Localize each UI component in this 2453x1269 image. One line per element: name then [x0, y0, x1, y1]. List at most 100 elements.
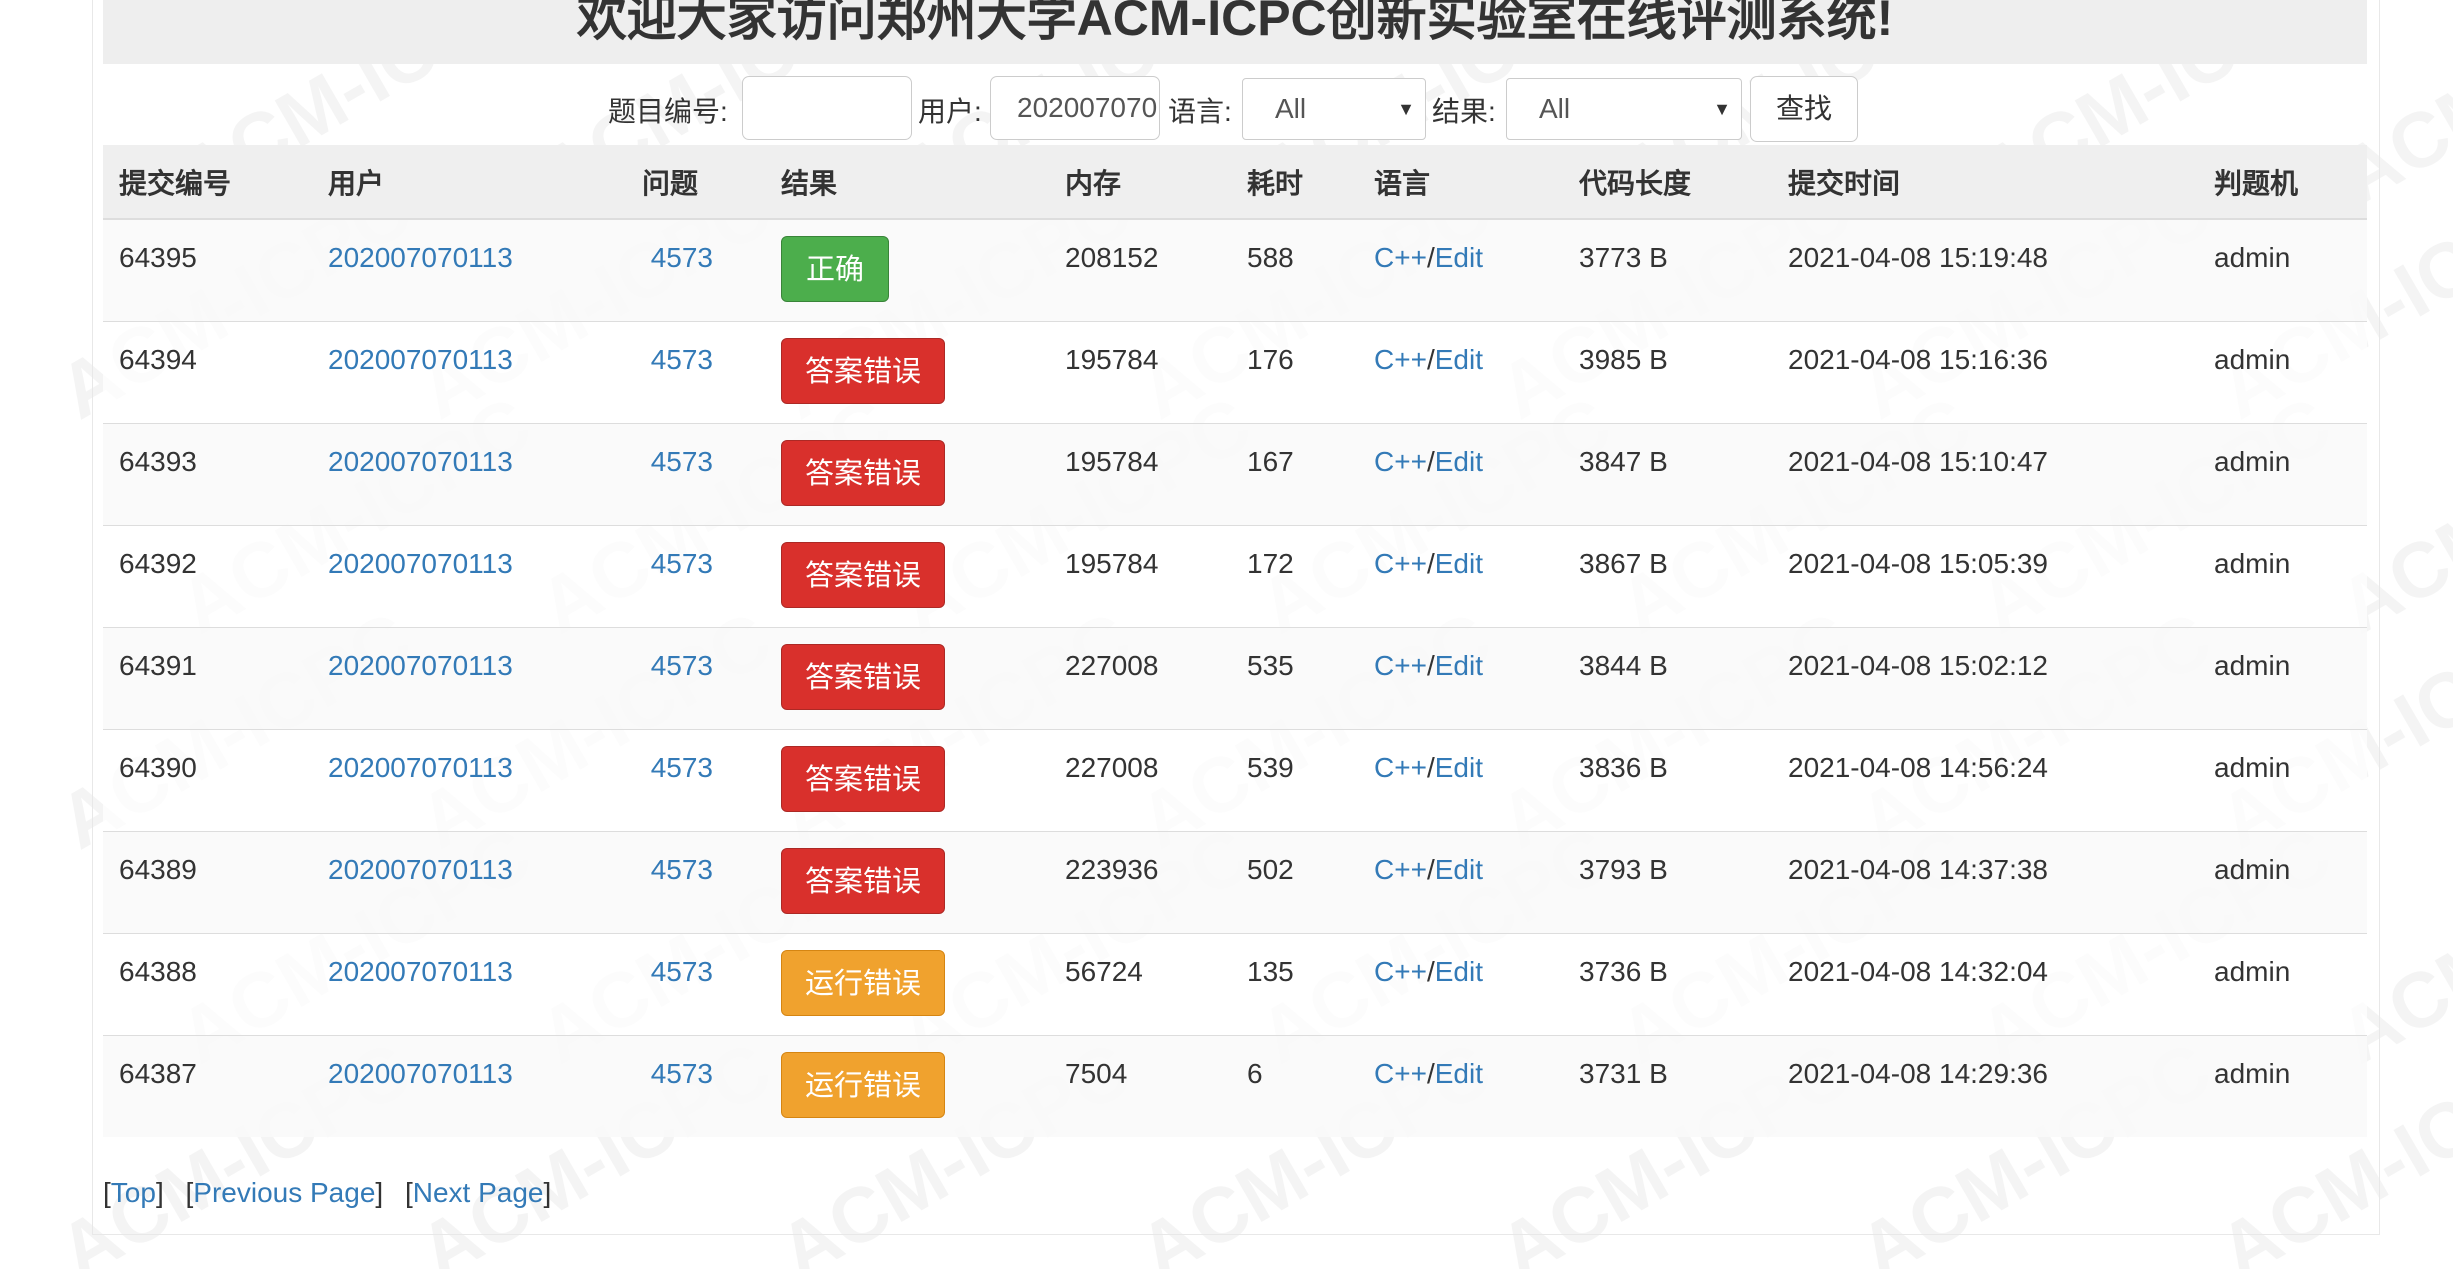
result-badge[interactable]: 答案错误	[781, 337, 945, 404]
problem-link[interactable]: 4573	[651, 650, 713, 681]
result-badge[interactable]: 答案错误	[781, 541, 945, 608]
memory-cell: 195784	[1049, 524, 1231, 627]
edit-link[interactable]: Edit	[1435, 242, 1483, 273]
edit-link[interactable]: Edit	[1435, 956, 1483, 987]
column-header: 判题机	[2198, 145, 2367, 220]
user-link[interactable]: 202007070113	[328, 650, 513, 681]
column-header: 语言	[1358, 145, 1563, 220]
language-link[interactable]: C++	[1374, 956, 1427, 987]
page-title: 欢迎大家访问郑州大学ACM-ICPC创新实验室在线评测系统!	[576, 0, 1894, 46]
problem-link[interactable]: 4573	[651, 956, 713, 987]
edit-link[interactable]: Edit	[1435, 446, 1483, 477]
language-link[interactable]: C++	[1374, 752, 1427, 783]
code-length-cell: 3731 B	[1563, 1034, 1772, 1137]
submission-id: 64395	[103, 218, 312, 321]
problem-link[interactable]: 4573	[651, 752, 713, 783]
user-input[interactable]: 202007070113	[990, 76, 1160, 140]
result-badge[interactable]: 答案错误	[781, 745, 945, 812]
judge-cell: admin	[2198, 524, 2367, 627]
edit-link[interactable]: Edit	[1435, 1058, 1483, 1089]
judge-cell: admin	[2198, 626, 2367, 729]
table-row: 64388 202007070113 4573 运行错误 56724 135 C++/Edi…	[103, 932, 2367, 1035]
memory-cell: 227008	[1049, 626, 1231, 729]
bracket: ]	[155, 1177, 164, 1208]
bracket: ]	[543, 1177, 552, 1208]
user-label: 用户:	[918, 96, 982, 127]
language-link[interactable]: C++	[1374, 344, 1427, 375]
problem-id-input[interactable]	[742, 76, 912, 140]
chevron-down-icon: ▼	[1397, 99, 1415, 119]
code-length-cell: 3985 B	[1563, 320, 1772, 423]
submission-id: 64394	[103, 320, 312, 423]
code-length-cell: 3867 B	[1563, 524, 1772, 627]
top-link[interactable]: Top	[111, 1177, 156, 1208]
problem-link[interactable]: 4573	[651, 854, 713, 885]
language-select-value: All	[1275, 93, 1307, 124]
judge-cell: admin	[2198, 1034, 2367, 1137]
table-header-row: 提交编号 用户 问题 结果 内存 耗时 语言 代码长度 提交时间 判题机	[103, 145, 2367, 220]
problem-link[interactable]: 4573	[651, 548, 713, 579]
submit-time-cell: 2021-04-08 15:02:12	[1772, 626, 2198, 729]
table-row: 64394 202007070113 4573 答案错误 195784 176 C++/Ed…	[103, 320, 2367, 423]
memory-cell: 223936	[1049, 830, 1231, 933]
table-row: 64392 202007070113 4573 答案错误 195784 172 C++/Ed…	[103, 524, 2367, 627]
result-badge[interactable]: 正确	[781, 236, 889, 302]
user-link[interactable]: 202007070113	[328, 446, 513, 477]
problem-link[interactable]: 4573	[651, 1058, 713, 1089]
memory-cell: 195784	[1049, 320, 1231, 423]
submit-time-cell: 2021-04-08 14:37:38	[1772, 830, 2198, 933]
judge-cell: admin	[2198, 728, 2367, 831]
problem-link[interactable]: 4573	[651, 446, 713, 477]
result-badge[interactable]: 答案错误	[781, 643, 945, 710]
time-cell: 172	[1231, 524, 1358, 627]
column-header: 提交时间	[1772, 145, 2198, 220]
user-link[interactable]: 202007070113	[328, 344, 513, 375]
language-link[interactable]: C++	[1374, 1058, 1427, 1089]
problem-link[interactable]: 4573	[651, 242, 713, 273]
edit-link[interactable]: Edit	[1435, 650, 1483, 681]
result-badge[interactable]: 答案错误	[781, 439, 945, 506]
submission-id: 64387	[103, 1034, 312, 1137]
previous-page-link[interactable]: Previous Page	[193, 1177, 375, 1208]
submit-time-cell: 2021-04-08 15:10:47	[1772, 422, 2198, 525]
table-row: 64389 202007070113 4573 答案错误 223936 502 C++/Ed…	[103, 830, 2367, 933]
edit-link[interactable]: Edit	[1435, 344, 1483, 375]
judge-cell: admin	[2198, 830, 2367, 933]
edit-link[interactable]: Edit	[1435, 752, 1483, 783]
language-link[interactable]: C++	[1374, 854, 1427, 885]
user-link[interactable]: 202007070113	[328, 1058, 513, 1089]
result-badge[interactable]: 运行错误	[781, 1051, 945, 1118]
user-link[interactable]: 202007070113	[328, 854, 513, 885]
result-badge[interactable]: 运行错误	[781, 949, 945, 1016]
chevron-down-icon: ▼	[1713, 99, 1731, 119]
edit-link[interactable]: Edit	[1435, 854, 1483, 885]
table-row: 64393 202007070113 4573 答案错误 195784 167 C++/Ed…	[103, 422, 2367, 525]
user-link[interactable]: 202007070113	[328, 956, 513, 987]
column-header: 结果	[765, 145, 1049, 220]
submission-id: 64389	[103, 830, 312, 933]
bracket: [	[103, 1177, 111, 1208]
user-link[interactable]: 202007070113	[328, 752, 513, 783]
edit-link[interactable]: Edit	[1435, 548, 1483, 579]
result-badge[interactable]: 答案错误	[781, 847, 945, 914]
result-label: 结果:	[1432, 96, 1496, 127]
search-button[interactable]: 查找	[1750, 76, 1858, 142]
table-row: 64391 202007070113 4573 答案错误 227008 535 C++/Ed…	[103, 626, 2367, 729]
language-link[interactable]: C++	[1374, 242, 1427, 273]
language-link[interactable]: C++	[1374, 446, 1427, 477]
result-select[interactable]: All ▼	[1506, 78, 1742, 140]
time-cell: 539	[1231, 728, 1358, 831]
user-link[interactable]: 202007070113	[328, 242, 513, 273]
code-length-cell: 3836 B	[1563, 728, 1772, 831]
language-select[interactable]: All ▼	[1242, 78, 1426, 140]
bracket: [	[404, 1177, 413, 1208]
submit-time-cell: 2021-04-08 15:16:36	[1772, 320, 2198, 423]
language-link[interactable]: C++	[1374, 548, 1427, 579]
next-page-link[interactable]: Next Page	[413, 1177, 544, 1208]
table-row: 64390 202007070113 4573 答案错误 227008 539 C++/Ed…	[103, 728, 2367, 831]
user-link[interactable]: 202007070113	[328, 548, 513, 579]
language-link[interactable]: C++	[1374, 650, 1427, 681]
language-label: 语言:	[1168, 96, 1232, 127]
problem-link[interactable]: 4573	[651, 344, 713, 375]
code-length-cell: 3844 B	[1563, 626, 1772, 729]
